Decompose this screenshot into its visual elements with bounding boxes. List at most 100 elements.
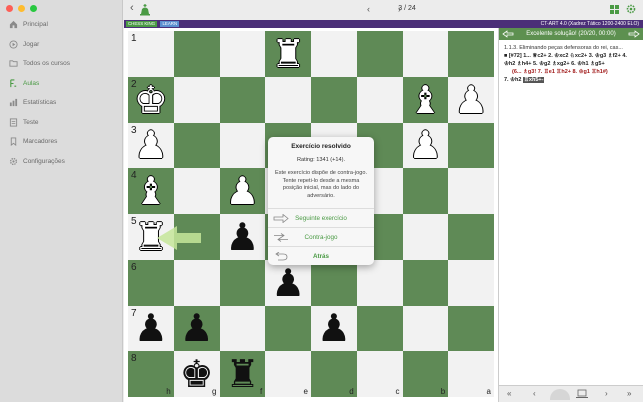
- board-square[interactable]: ♟: [448, 76, 494, 123]
- final-move-line[interactable]: 7. ♔h2 ♖xh5+-: [504, 76, 639, 84]
- board-square[interactable]: [219, 76, 266, 123]
- black-king-piece[interactable]: ♚: [174, 351, 220, 397]
- first-move-button[interactable]: «: [507, 389, 511, 398]
- board-square[interactable]: [219, 259, 266, 306]
- white-pawn-piece[interactable]: ♟: [128, 123, 174, 169]
- board-square[interactable]: ♝: [402, 76, 449, 123]
- black-pawn-piece[interactable]: ♟: [220, 214, 266, 260]
- black-pawn-piece[interactable]: ♟: [311, 306, 357, 352]
- black-pawn-piece[interactable]: ♟: [174, 306, 220, 352]
- board-square[interactable]: ♟: [219, 214, 266, 260]
- sidebar-item-principal[interactable]: Principal: [0, 15, 123, 35]
- board-square[interactable]: [173, 168, 220, 214]
- next-move-button[interactable]: ›: [605, 389, 608, 398]
- last-move-button[interactable]: »: [627, 389, 631, 398]
- board-square[interactable]: 4 ♝: [128, 168, 174, 214]
- zoom-window-button[interactable]: [30, 5, 37, 12]
- board-square[interactable]: ♟: [265, 259, 311, 306]
- board-square[interactable]: 2 ♚: [128, 76, 174, 123]
- board-square[interactable]: 7 ♟: [128, 305, 174, 352]
- board-square[interactable]: ♟: [402, 122, 449, 169]
- board-square[interactable]: [356, 259, 403, 306]
- sidebar-item-estatisticas[interactable]: Estatísticas: [0, 93, 123, 113]
- counter-play-button[interactable]: Contra-jogo: [268, 227, 374, 246]
- board-square[interactable]: [448, 214, 494, 260]
- sidebar-item-configuracoes[interactable]: Configurações: [0, 152, 123, 172]
- black-pawn-piece[interactable]: ♟: [265, 260, 311, 306]
- board-square[interactable]: [265, 305, 311, 352]
- current-move-highlight[interactable]: ♖xh5+-: [523, 77, 545, 83]
- board-square[interactable]: [448, 168, 494, 214]
- hint-circle-icon[interactable]: [549, 388, 571, 400]
- board-square[interactable]: [402, 31, 449, 77]
- board-square[interactable]: [402, 259, 449, 306]
- board-square[interactable]: g ♚: [173, 351, 220, 397]
- board-square[interactable]: [173, 259, 220, 306]
- board-square[interactable]: [356, 305, 403, 352]
- board-square[interactable]: a: [448, 351, 494, 397]
- board-square[interactable]: [448, 305, 494, 352]
- board-square[interactable]: ♟: [219, 168, 266, 214]
- sidebar-item-marcadores[interactable]: Marcadores: [0, 132, 123, 152]
- white-pawn-piece[interactable]: ♟: [220, 168, 266, 214]
- board-square[interactable]: f ♜: [219, 351, 266, 397]
- white-king-piece[interactable]: ♚: [128, 77, 174, 123]
- board-square[interactable]: [173, 31, 220, 77]
- sidebar-item-aulas[interactable]: Aulas: [0, 74, 123, 94]
- board-square[interactable]: [448, 31, 494, 77]
- board-square[interactable]: ♟: [311, 305, 357, 352]
- back-button[interactable]: ‹: [130, 2, 134, 14]
- settings-icon[interactable]: [626, 4, 636, 14]
- board-square[interactable]: [311, 259, 357, 306]
- board-square[interactable]: [402, 214, 449, 260]
- next-exercise-dialog-button[interactable]: Seguinte exercício: [268, 208, 374, 227]
- board-square[interactable]: b: [402, 351, 449, 397]
- grid-icon[interactable]: [610, 5, 619, 14]
- board-square[interactable]: [219, 305, 266, 352]
- board-square[interactable]: c: [356, 351, 403, 397]
- board-square[interactable]: ♟: [173, 305, 220, 352]
- board-square[interactable]: 1: [128, 31, 174, 77]
- minimize-window-button[interactable]: [18, 5, 25, 12]
- board-square[interactable]: [173, 122, 220, 169]
- board-square[interactable]: [356, 76, 403, 123]
- white-pawn-piece[interactable]: ♟: [448, 77, 494, 123]
- laptop-icon[interactable]: [576, 389, 588, 399]
- board-square[interactable]: [219, 31, 266, 77]
- board-square[interactable]: [311, 76, 357, 123]
- board-square[interactable]: [356, 31, 403, 77]
- main-line[interactable]: ■ [#72] 1... ♕c2+ 2. ♔xc2 ♘xc2+ 3. ♔g3 ♗…: [504, 52, 639, 68]
- white-pawn-piece[interactable]: ♟: [403, 123, 449, 169]
- board-square[interactable]: 6: [128, 259, 174, 306]
- board-square[interactable]: 8h: [128, 351, 174, 397]
- black-pawn-piece[interactable]: ♟: [128, 306, 174, 352]
- board-square[interactable]: [265, 76, 311, 123]
- white-bishop-piece[interactable]: ♝: [128, 168, 174, 214]
- next-exercise-button[interactable]: ›: [398, 4, 401, 14]
- board-square[interactable]: 3 ♟: [128, 122, 174, 169]
- board-square[interactable]: [448, 122, 494, 169]
- back-dialog-button[interactable]: Atrás: [268, 246, 374, 265]
- board-square[interactable]: [402, 305, 449, 352]
- board-square[interactable]: [311, 31, 357, 77]
- arrow-left-icon[interactable]: [502, 30, 514, 38]
- board-square[interactable]: ♜: [265, 31, 311, 77]
- arrow-right-icon[interactable]: [628, 30, 640, 38]
- sidebar-item-jogar[interactable]: Jogar: [0, 35, 123, 55]
- board-square[interactable]: d: [311, 351, 357, 397]
- prev-move-button[interactable]: ‹: [533, 389, 536, 398]
- board-square[interactable]: [219, 122, 266, 169]
- close-window-button[interactable]: [6, 5, 13, 12]
- board-square[interactable]: e: [265, 351, 311, 397]
- board-square[interactable]: [402, 168, 449, 214]
- variation-line[interactable]: (6... ♗g3! 7. ♖e1 ♖h2+ 8. ♔g1 ♖h1#): [504, 68, 639, 76]
- board-square[interactable]: [448, 259, 494, 306]
- board-square[interactable]: [173, 76, 220, 123]
- sidebar-item-teste[interactable]: Teste: [0, 113, 123, 133]
- exercise-counter: 3 / 24: [398, 5, 416, 12]
- sidebar-item-todos-os-cursos[interactable]: Todos os cursos: [0, 54, 123, 74]
- black-rook-piece[interactable]: ♜: [220, 351, 266, 397]
- white-rook-piece[interactable]: ♜: [265, 31, 311, 77]
- white-bishop-piece[interactable]: ♝: [403, 77, 449, 123]
- sidebar-item-label: Principal: [23, 21, 48, 29]
